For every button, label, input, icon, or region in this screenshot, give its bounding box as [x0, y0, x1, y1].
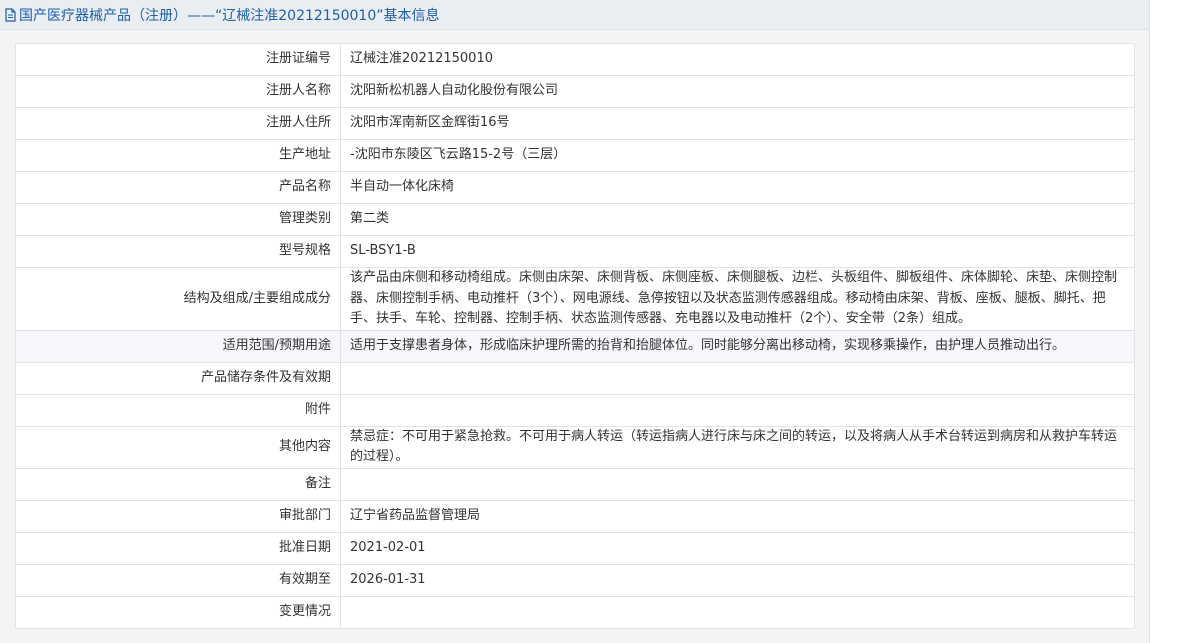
- row-value: 适用于支撑患者身体，形成临床护理所需的抬背和抬腿体位。同时能够分离出移动椅，实现…: [340, 329, 1135, 363]
- table-row-registrant-address: 注册人住所 沈阳市浑南新区金辉街16号: [15, 107, 1135, 140]
- row-value: -沈阳市东陵区飞云路15-2号（三层）: [340, 139, 1135, 172]
- row-label: 注册证编号: [15, 43, 341, 76]
- row-value: 辽械注准20212150010: [340, 43, 1135, 76]
- table-row-registrant-name: 注册人名称 沈阳新松机器人自动化股份有限公司: [15, 75, 1135, 108]
- row-value: [340, 595, 1135, 629]
- row-value: SL-BSY1-B: [340, 235, 1135, 268]
- table-row-change-history: 变更情况: [15, 595, 1135, 629]
- table-row-structure-composition: 结构及组成/主要组成成分 该产品由床侧和移动椅组成。床侧由床架、床侧背板、床侧座…: [15, 267, 1135, 331]
- row-value: 2026-01-31: [340, 563, 1135, 597]
- row-value: 半自动一体化床椅: [340, 171, 1135, 204]
- row-value: 2021-02-01: [340, 531, 1135, 565]
- row-label: 注册人住所: [15, 107, 341, 140]
- table-row-production-address: 生产地址 -沈阳市东陵区飞云路15-2号（三层）: [15, 139, 1135, 172]
- table-row-management-category: 管理类别 第二类: [15, 203, 1135, 236]
- row-label: 变更情况: [15, 595, 341, 629]
- row-label: 管理类别: [15, 203, 341, 236]
- document-icon: [4, 7, 17, 22]
- page-title: 国产医疗器械产品（注册）——“辽械注准20212150010”基本信息: [19, 7, 440, 24]
- table-row-approval-date: 批准日期 2021-02-01: [15, 531, 1135, 565]
- row-label: 产品储存条件及有效期: [15, 361, 341, 395]
- row-label: 有效期至: [15, 563, 341, 597]
- row-value: [340, 361, 1135, 395]
- table-row-remarks: 备注: [15, 467, 1135, 501]
- row-value: 第二类: [340, 203, 1135, 236]
- table-row-scope-of-use: 适用范围/预期用途 适用于支撑患者身体，形成临床护理所需的抬背和抬腿体位。同时能…: [15, 329, 1135, 363]
- table-row-other-content: 其他内容 禁忌症：不可用于紧急抢救。不可用于病人转运（转运指病人进行床与床之间的…: [15, 425, 1135, 469]
- row-label: 结构及组成/主要组成成分: [15, 267, 341, 331]
- table-row-model-spec: 型号规格 SL-BSY1-B: [15, 235, 1135, 268]
- row-label: 其他内容: [15, 425, 341, 469]
- info-panel: 国产医疗器械产品（注册）——“辽械注准20212150010”基本信息 注册证编…: [0, 0, 1150, 643]
- row-label: 产品名称: [15, 171, 341, 204]
- row-label: 型号规格: [15, 235, 341, 268]
- row-value: 辽宁省药品监督管理局: [340, 499, 1135, 533]
- table-row-valid-until: 有效期至 2026-01-31: [15, 563, 1135, 597]
- panel-header: 国产医疗器械产品（注册）——“辽械注准20212150010”基本信息: [0, 0, 1149, 30]
- row-label: 附件: [15, 393, 341, 427]
- table-row-registration-number: 注册证编号 辽械注准20212150010: [15, 43, 1135, 76]
- row-label: 批准日期: [15, 531, 341, 565]
- row-value: 禁忌症：不可用于紧急抢救。不可用于病人转运（转运指病人进行床与床之间的转运，以及…: [340, 425, 1135, 469]
- row-label: 生产地址: [15, 139, 341, 172]
- table-row-approval-department: 审批部门 辽宁省药品监督管理局: [15, 499, 1135, 533]
- row-value: 沈阳新松机器人自动化股份有限公司: [340, 75, 1135, 108]
- row-label: 注册人名称: [15, 75, 341, 108]
- row-value: [340, 467, 1135, 501]
- row-value: 沈阳市浑南新区金辉街16号: [340, 107, 1135, 140]
- row-label: 审批部门: [15, 499, 341, 533]
- table-row-attachments: 附件: [15, 393, 1135, 427]
- row-value: 该产品由床侧和移动椅组成。床侧由床架、床侧背板、床侧座板、床侧腿板、边栏、头板组…: [340, 267, 1135, 331]
- table-row-storage-conditions: 产品储存条件及有效期: [15, 361, 1135, 395]
- row-value: [340, 393, 1135, 427]
- row-label: 备注: [15, 467, 341, 501]
- info-table: 注册证编号 辽械注准20212150010 注册人名称 沈阳新松机器人自动化股份…: [15, 43, 1135, 629]
- panel-body: 注册证编号 辽械注准20212150010 注册人名称 沈阳新松机器人自动化股份…: [15, 43, 1135, 629]
- row-label: 适用范围/预期用途: [15, 329, 341, 363]
- table-row-product-name: 产品名称 半自动一体化床椅: [15, 171, 1135, 204]
